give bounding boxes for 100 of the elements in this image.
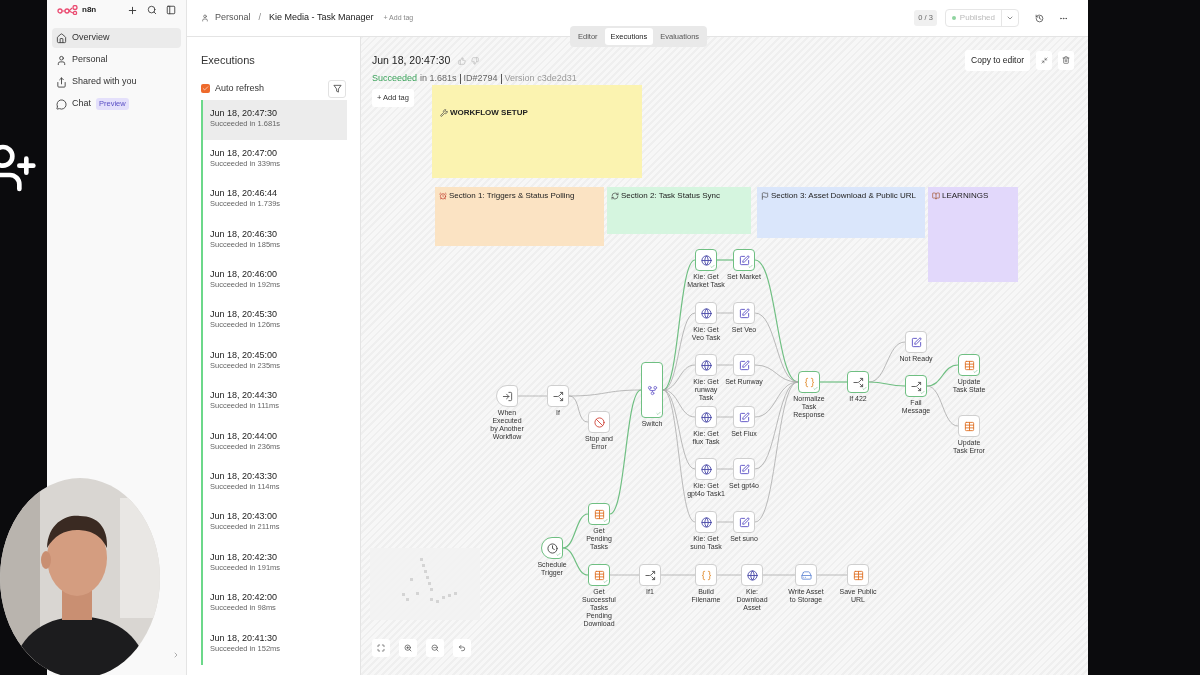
workflow-node[interactable]: [733, 458, 755, 480]
branch-icon: [852, 376, 864, 388]
workflow-node[interactable]: [639, 564, 661, 586]
workflow-node[interactable]: [847, 371, 869, 393]
fit-icon: [377, 644, 385, 652]
search-icon[interactable]: [147, 5, 157, 15]
connector-line: [716, 416, 734, 418]
execution-time: Jun 18, 20:44:00: [210, 430, 279, 442]
workflow-node[interactable]: [958, 354, 980, 376]
workflow-node[interactable]: [958, 415, 980, 437]
duration-text: in 1.681s: [420, 71, 457, 85]
workflow-node[interactable]: [847, 564, 869, 586]
execution-time: Jun 18, 20:45:00: [210, 349, 279, 361]
sidebar-label: Overview: [72, 31, 110, 45]
workflow-node[interactable]: [733, 354, 755, 376]
auto-refresh-checkbox[interactable]: [201, 84, 210, 93]
sticky-note[interactable]: Section 2: Task Status Sync: [607, 187, 751, 234]
success-check-icon: [862, 386, 867, 391]
history-icon[interactable]: [1035, 13, 1044, 23]
pencil-icon: [738, 463, 750, 475]
success-check-icon: [710, 264, 715, 269]
workflow-node[interactable]: [588, 411, 610, 433]
success-check-icon: [813, 386, 818, 391]
copy-to-editor-button[interactable]: Copy to editor: [965, 50, 1030, 71]
sidebar-item[interactable]: Personal: [52, 50, 181, 70]
logo-text: n8n: [82, 4, 97, 16]
workflow-node[interactable]: [588, 564, 610, 586]
add-icon[interactable]: [127, 4, 138, 16]
sidebar-label: Shared with you: [72, 75, 137, 89]
pencil-icon: [738, 411, 750, 423]
workflow-node[interactable]: [741, 564, 763, 586]
sticky-note[interactable]: LEARNINGS: [928, 187, 1018, 282]
workflow-node[interactable]: [588, 503, 610, 525]
workflow-node[interactable]: [641, 362, 663, 418]
table-icon: [852, 569, 864, 581]
globe-icon: [700, 463, 712, 475]
workflow-node[interactable]: [695, 564, 717, 586]
workflow-node[interactable]: [733, 511, 755, 533]
connector-line: [716, 259, 734, 261]
delete-button[interactable]: [1058, 50, 1074, 70]
filter-button[interactable]: [328, 79, 346, 98]
alarm-clock-icon: [439, 192, 447, 200]
sidebar-toggle-icon[interactable]: [166, 5, 176, 15]
workflow-node[interactable]: [795, 564, 817, 586]
zoom-out-button[interactable]: [426, 639, 444, 657]
caret-icon[interactable]: [1006, 14, 1014, 22]
branch-icon: [552, 390, 564, 402]
enter-icon: [501, 390, 513, 402]
minimize-icon: [1040, 56, 1048, 64]
stop-icon: [593, 416, 605, 428]
workflow-node[interactable]: [695, 354, 717, 376]
workflow-name[interactable]: Kie Media - Task Manager: [269, 11, 374, 25]
table-icon: [963, 420, 975, 432]
sidebar-item[interactable]: Overview: [52, 28, 181, 48]
collapse-icon[interactable]: [172, 651, 180, 659]
sticky-note[interactable]: Section 3: Asset Download & Public URL: [757, 187, 925, 238]
workflow-node[interactable]: [695, 458, 717, 480]
branch-icon: [644, 569, 656, 581]
pencil-icon: [738, 254, 750, 266]
workflow-node[interactable]: [695, 302, 717, 324]
workflow-node[interactable]: [905, 375, 927, 397]
execution-time: Jun 18, 20:42:00: [210, 592, 279, 604]
success-check-icon: [920, 390, 925, 395]
sticky-title: Section 3: Asset Download & Public URL: [771, 190, 916, 202]
sticky-title: LEARNINGS: [942, 190, 989, 202]
sticky-title: Section 1: Triggers & Status Polling: [449, 190, 575, 202]
execution-time: Jun 18, 20:46:44: [210, 188, 279, 200]
workflow-node[interactable]: [496, 385, 518, 407]
workflow-node[interactable]: [695, 511, 717, 533]
pencil-icon: [910, 336, 922, 348]
workflow-node[interactable]: [733, 406, 755, 428]
workflow-node[interactable]: [733, 302, 755, 324]
workflow-node[interactable]: [905, 331, 927, 353]
execution-date: Jun 18, 20:47:30: [372, 53, 451, 68]
sticky-note[interactable]: WORKFLOW SETUP: [432, 85, 642, 178]
thumbs-up-icon[interactable]: [458, 56, 467, 65]
sticky-note[interactable]: Section 1: Triggers & Status Polling: [435, 187, 604, 246]
execution-time: Jun 18, 20:46:30: [210, 228, 279, 240]
workflow-node[interactable]: [733, 249, 755, 271]
workflow-node[interactable]: [547, 385, 569, 407]
workflow-node[interactable]: [541, 537, 563, 559]
home-icon: [56, 32, 67, 44]
success-check-icon: [748, 264, 753, 269]
table-icon: [593, 508, 605, 520]
zoom-in-button[interactable]: [399, 639, 417, 657]
success-check-icon: [556, 552, 561, 557]
sidebar-label: Chat: [72, 97, 91, 111]
workflow-node[interactable]: [798, 371, 820, 393]
workflow-node[interactable]: [695, 406, 717, 428]
connector-line: [716, 574, 742, 576]
thumbs-down-icon[interactable]: [471, 56, 480, 65]
sidebar-item[interactable]: Shared with you: [52, 72, 181, 92]
connector-line: [609, 574, 640, 576]
table-icon: [963, 359, 975, 371]
project-link[interactable]: Personal: [215, 11, 251, 25]
execution-time: Jun 18, 20:44:30: [210, 390, 279, 402]
sidebar-label: Personal: [72, 53, 108, 67]
workflow-node[interactable]: [695, 249, 717, 271]
project-icon: [201, 14, 209, 22]
undo-button[interactable]: [453, 639, 471, 657]
